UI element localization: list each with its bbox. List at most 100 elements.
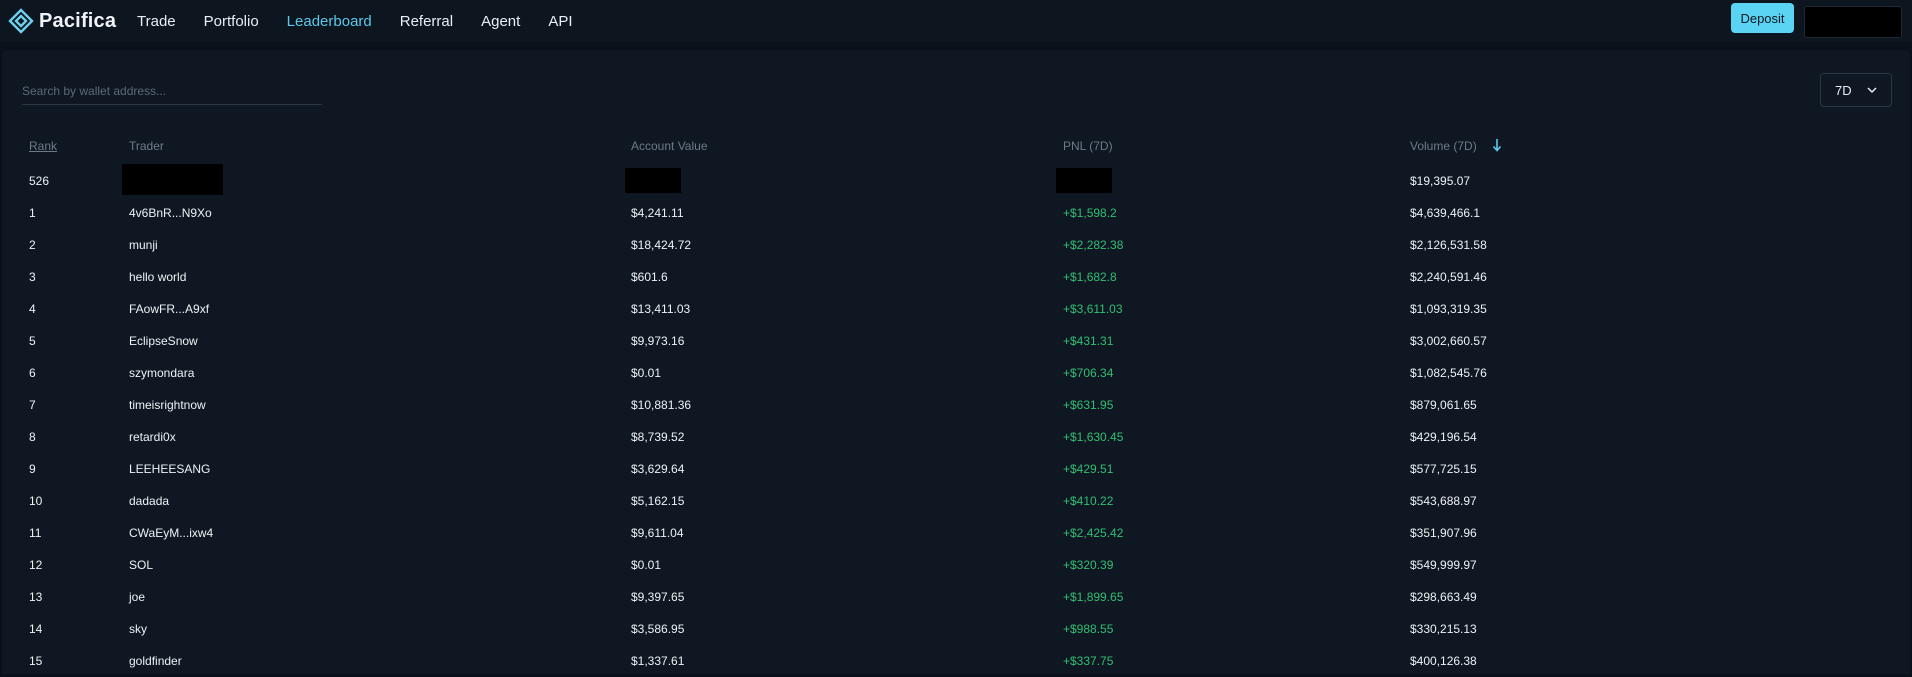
table-row[interactable]: 3 hello world $601.6 +$1,682.8 $2,240,591.46 <box>2 261 1910 293</box>
volume-cell: $2,240,591.46 <box>1410 270 1487 284</box>
pnl-cell: +$431.31 <box>1063 334 1114 348</box>
trader-cell[interactable]: FAowFR...A9xf <box>129 302 209 316</box>
nav-referral[interactable]: Referral <box>400 13 453 30</box>
period-select-value: 7D <box>1835 82 1852 98</box>
table-row[interactable]: 11 CWaEyM...ixw4 $9,611.04 +$2,425.42 $351,9… <box>2 517 1910 549</box>
rank-cell: 12 <box>29 558 43 572</box>
volume-cell: $2,126,531.58 <box>1410 238 1487 252</box>
top-navbar: Pacifica Trade Portfolio Leaderboard Ref… <box>0 0 1912 42</box>
table-row[interactable]: 5 EclipseSnow $9,973.16 +$431.31 $3,002,660.… <box>2 325 1910 357</box>
my-rank-row[interactable]: 526 $19,395.07 <box>2 164 1910 197</box>
trader-cell[interactable]: sky <box>129 622 147 636</box>
nav-agent[interactable]: Agent <box>481 13 520 30</box>
rank-cell: 9 <box>29 462 36 476</box>
rank-cell: 5 <box>29 334 36 348</box>
rank-cell: 14 <box>29 622 43 636</box>
pnl-cell: +$1,630.45 <box>1063 430 1124 444</box>
nav-api[interactable]: API <box>548 13 572 30</box>
column-header-account-value[interactable]: Account Value <box>631 139 708 153</box>
nav-portfolio[interactable]: Portfolio <box>204 13 259 30</box>
volume-cell: $298,663.49 <box>1410 590 1477 604</box>
trader-cell[interactable]: 4v6BnR...N9Xo <box>129 206 212 220</box>
rank-cell: 10 <box>29 494 43 508</box>
account-value-cell: $0.01 <box>631 558 662 572</box>
rank-cell: 8 <box>29 430 36 444</box>
pacifica-logo[interactable]: Pacifica <box>8 7 116 35</box>
trader-cell[interactable]: hello world <box>129 270 186 284</box>
table-row[interactable]: 2 munji $18,424.72 +$2,282.38 $2,126,531.58 <box>2 229 1910 261</box>
trader-cell[interactable]: SOL <box>129 558 153 572</box>
account-value-cell: $18,424.72 <box>631 238 692 252</box>
column-header-volume[interactable]: Volume (7D) <box>1410 139 1477 153</box>
rank-cell: 15 <box>29 654 43 668</box>
my-trader-redacted <box>122 164 223 195</box>
volume-cell: $1,093,319.35 <box>1410 302 1487 316</box>
trader-cell[interactable]: szymondara <box>129 366 194 380</box>
table-row[interactable]: 8 retardi0x $8,739.52 +$1,630.45 $429,196.54 <box>2 421 1910 453</box>
search-input[interactable] <box>22 78 322 104</box>
trader-cell[interactable]: dadada <box>129 494 169 508</box>
trader-cell[interactable]: joe <box>129 590 145 604</box>
my-pnl-redacted <box>1056 168 1112 193</box>
trader-cell[interactable]: retardi0x <box>129 430 176 444</box>
my-account-value-redacted <box>625 168 681 193</box>
rank-cell: 3 <box>29 270 36 284</box>
rank-cell: 6 <box>29 366 36 380</box>
table-row[interactable]: 9 LEEHEESANG $3,629.64 +$429.51 $577,725.15 <box>2 453 1910 485</box>
wallet-button[interactable] <box>1804 6 1902 38</box>
table-row[interactable]: 1 4v6BnR...N9Xo $4,241.11 +$1,598.2 $4,639,4… <box>2 197 1910 229</box>
trader-cell[interactable]: goldfinder <box>129 654 182 668</box>
table-row[interactable]: 12 SOL $0.01 +$320.39 $549,999.97 <box>2 549 1910 581</box>
table-row[interactable]: 14 sky $3,586.95 +$988.55 $330,215.13 <box>2 613 1910 645</box>
table-row[interactable]: 7 timeisrightnow $10,881.36 +$631.95 $879,06… <box>2 389 1910 421</box>
pnl-cell: +$337.75 <box>1063 654 1114 668</box>
period-select[interactable]: 7D <box>1820 73 1892 107</box>
account-value-cell: $3,629.64 <box>631 462 685 476</box>
deposit-button[interactable]: Deposit <box>1731 3 1794 33</box>
volume-cell: $4,639,466.1 <box>1410 206 1481 220</box>
trader-cell[interactable]: CWaEyM...ixw4 <box>129 526 213 540</box>
account-value-cell: $4,241.11 <box>631 206 684 220</box>
volume-cell: $879,061.65 <box>1410 398 1477 412</box>
table-row[interactable]: 4 FAowFR...A9xf $13,411.03 +$3,611.03 $1,093… <box>2 293 1910 325</box>
table-row[interactable]: 13 joe $9,397.65 +$1,899.65 $298,663.49 <box>2 581 1910 613</box>
volume-cell: $549,999.97 <box>1410 558 1477 572</box>
trader-cell[interactable]: EclipseSnow <box>129 334 198 348</box>
account-value-cell: $8,739.52 <box>631 430 685 444</box>
table-row[interactable]: 10 dadada $5,162.15 +$410.22 $543,688.97 <box>2 485 1910 517</box>
trader-cell[interactable]: LEEHEESANG <box>129 462 210 476</box>
account-value-cell: $5,162.15 <box>631 494 685 508</box>
table-row[interactable]: 15 goldfinder $1,337.61 +$337.75 $400,126.38 <box>2 645 1910 677</box>
table-row[interactable]: 6 szymondara $0.01 +$706.34 $1,082,545.76 <box>2 357 1910 389</box>
main-nav: Trade Portfolio Leaderboard Referral Age… <box>137 0 601 42</box>
nav-leaderboard[interactable]: Leaderboard <box>287 13 372 30</box>
account-value-cell: $0.01 <box>631 366 662 380</box>
pnl-cell: +$2,425.42 <box>1063 526 1124 540</box>
search-field <box>22 78 322 105</box>
volume-cell: $429,196.54 <box>1410 430 1477 444</box>
pacifica-logo-icon <box>8 8 34 34</box>
sort-desc-arrow-icon[interactable] <box>1492 138 1502 152</box>
trader-cell[interactable]: timeisrightnow <box>129 398 206 412</box>
nav-trade[interactable]: Trade <box>137 13 176 30</box>
rank-cell: 7 <box>29 398 36 412</box>
my-rank: 526 <box>29 174 50 188</box>
account-value-cell: $10,881.36 <box>631 398 692 412</box>
volume-cell: $543,688.97 <box>1410 494 1477 508</box>
pnl-cell: +$988.55 <box>1063 622 1114 636</box>
column-header-pnl[interactable]: PNL (7D) <box>1063 139 1113 153</box>
volume-cell: $351,907.96 <box>1410 526 1477 540</box>
volume-cell: $577,725.15 <box>1410 462 1477 476</box>
chevron-down-icon <box>1867 87 1877 94</box>
account-value-cell: $1,337.61 <box>631 654 685 668</box>
account-value-cell: $13,411.03 <box>631 302 691 316</box>
column-header-rank[interactable]: Rank <box>29 139 57 153</box>
rank-cell: 1 <box>29 206 36 220</box>
leaderboard-panel: 7D Rank Trader Account Value PNL (7D) Vo… <box>2 50 1910 674</box>
pnl-cell: +$706.34 <box>1063 366 1114 380</box>
pnl-cell: +$320.39 <box>1063 558 1114 572</box>
column-header-trader: Trader <box>129 139 164 153</box>
rank-cell: 2 <box>29 238 36 252</box>
my-volume: $19,395.07 <box>1410 174 1471 188</box>
trader-cell[interactable]: munji <box>129 238 158 252</box>
